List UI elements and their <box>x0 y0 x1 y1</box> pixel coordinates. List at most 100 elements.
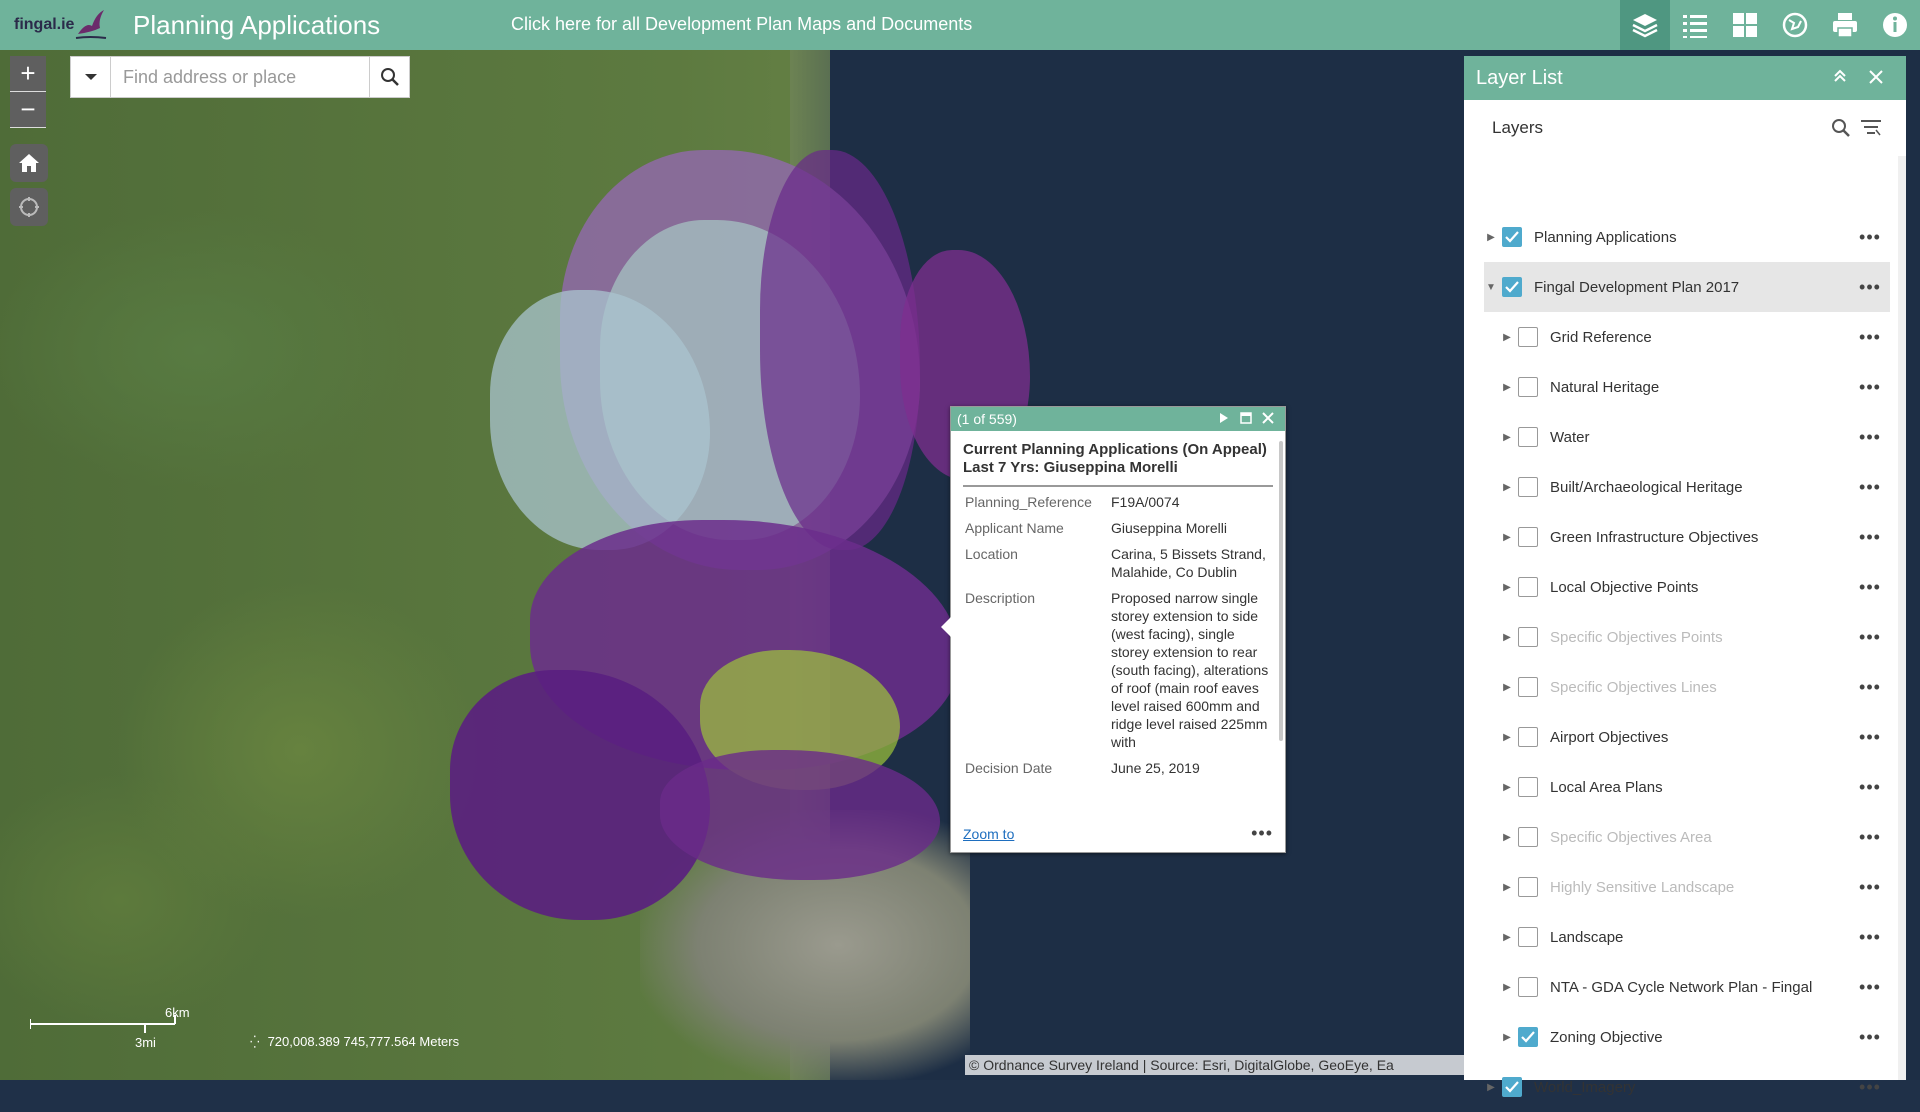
basemap-gallery-tool-button[interactable] <box>1720 0 1770 50</box>
layer-row[interactable]: ▶ Green Infrastructure Objectives ••• <box>1484 512 1890 562</box>
fingal-logo-text[interactable]: fingal.ie <box>14 16 74 34</box>
layer-row[interactable]: ▶ Zoning Objective ••• <box>1484 1012 1890 1062</box>
caret-right-icon[interactable]: ▶ <box>1500 432 1514 443</box>
measure-tool-button[interactable] <box>1770 0 1820 50</box>
print-tool-button[interactable] <box>1820 0 1870 50</box>
caret-right-icon[interactable]: ▶ <box>1500 582 1514 593</box>
legend-icon <box>1683 15 1707 38</box>
layer-visibility-checkbox[interactable] <box>1518 427 1538 447</box>
layer-menu-button[interactable]: ••• <box>1850 327 1890 348</box>
layer-menu-button[interactable]: ••• <box>1850 477 1890 498</box>
caret-right-icon[interactable]: ▶ <box>1500 382 1514 393</box>
layer-row[interactable]: ▶ Built/Archaeological Heritage ••• <box>1484 462 1890 512</box>
layer-visibility-checkbox[interactable] <box>1518 377 1538 397</box>
layer-menu-button[interactable]: ••• <box>1850 277 1890 298</box>
caret-right-icon[interactable]: ▶ <box>1500 732 1514 743</box>
layer-row[interactable]: ▶ Specific Objectives Points ••• <box>1484 612 1890 662</box>
caret-right-icon[interactable]: ▶ <box>1500 882 1514 893</box>
layer-menu-button[interactable]: ••• <box>1850 877 1890 898</box>
caret-right-icon[interactable]: ▶ <box>1484 1082 1498 1093</box>
layer-visibility-checkbox[interactable] <box>1518 677 1538 697</box>
double-chevron-up-icon <box>1834 69 1846 82</box>
layer-visibility-checkbox[interactable] <box>1502 1077 1522 1097</box>
layer-menu-button[interactable]: ••• <box>1850 577 1890 598</box>
layer-row[interactable]: ▶ Local Objective Points ••• <box>1484 562 1890 612</box>
layer-visibility-checkbox[interactable] <box>1518 527 1538 547</box>
layer-visibility-checkbox[interactable] <box>1502 277 1522 297</box>
search-layers-button[interactable] <box>1826 118 1856 138</box>
home-button[interactable] <box>10 144 48 182</box>
about-tool-button[interactable] <box>1870 0 1920 50</box>
layer-menu-button[interactable]: ••• <box>1850 777 1890 798</box>
layer-visibility-checkbox[interactable] <box>1518 477 1538 497</box>
popup-maximize-button[interactable] <box>1235 411 1257 427</box>
caret-right-icon[interactable]: ▶ <box>1500 482 1514 493</box>
caret-right-icon[interactable]: ▶ <box>1500 982 1514 993</box>
caret-right-icon[interactable]: ▶ <box>1484 232 1498 243</box>
popup-next-button[interactable] <box>1213 411 1235 427</box>
layer-menu-button[interactable]: ••• <box>1850 677 1890 698</box>
layer-menu-button[interactable]: ••• <box>1850 1027 1890 1048</box>
popup-more-actions-button[interactable]: ••• <box>1251 823 1273 844</box>
search-input[interactable] <box>111 57 369 97</box>
popup-scrollbar[interactable] <box>1279 441 1283 741</box>
layer-menu-button[interactable]: ••• <box>1850 927 1890 948</box>
legend-tool-button[interactable] <box>1670 0 1720 50</box>
layer-visibility-checkbox[interactable] <box>1518 577 1538 597</box>
zoom-out-button[interactable]: − <box>10 92 46 128</box>
development-plan-link[interactable]: Click here for all Development Plan Maps… <box>511 14 972 35</box>
caret-right-icon[interactable]: ▶ <box>1500 532 1514 543</box>
caret-down-icon[interactable]: ▼ <box>1484 282 1498 293</box>
layer-menu-button[interactable]: ••• <box>1850 627 1890 648</box>
layer-visibility-checkbox[interactable] <box>1518 927 1538 947</box>
layer-menu-button[interactable]: ••• <box>1850 977 1890 998</box>
close-panel-button[interactable] <box>1858 68 1894 89</box>
layer-menu-button[interactable]: ••• <box>1850 827 1890 848</box>
layer-row[interactable]: ▶ Landscape ••• <box>1484 912 1890 962</box>
layer-row[interactable]: ▶ Local Area Plans ••• <box>1484 762 1890 812</box>
caret-right-icon[interactable]: ▶ <box>1500 682 1514 693</box>
layer-menu-button[interactable]: ••• <box>1850 227 1890 248</box>
locate-button[interactable] <box>10 188 48 226</box>
coordinate-toggle-icon[interactable]: ⁛ <box>250 1035 260 1049</box>
layer-row[interactable]: ▶ Water ••• <box>1484 412 1890 462</box>
layer-visibility-checkbox[interactable] <box>1502 227 1522 247</box>
layer-visibility-checkbox[interactable] <box>1518 977 1538 997</box>
layer-visibility-checkbox[interactable] <box>1518 627 1538 647</box>
layer-visibility-checkbox[interactable] <box>1518 827 1538 847</box>
search-button[interactable] <box>369 57 409 97</box>
caret-right-icon[interactable]: ▶ <box>1500 932 1514 943</box>
layer-options-button[interactable] <box>1856 118 1886 138</box>
layer-visibility-checkbox[interactable] <box>1518 877 1538 897</box>
caret-right-icon[interactable]: ▶ <box>1500 332 1514 343</box>
layer-row[interactable]: ▶ Airport Objectives ••• <box>1484 712 1890 762</box>
popup-close-button[interactable] <box>1257 411 1279 427</box>
layer-visibility-checkbox[interactable] <box>1518 727 1538 747</box>
layer-visibility-checkbox[interactable] <box>1518 777 1538 797</box>
layer-menu-button[interactable]: ••• <box>1850 527 1890 548</box>
caret-right-icon[interactable]: ▶ <box>1500 782 1514 793</box>
layer-menu-button[interactable]: ••• <box>1850 727 1890 748</box>
layer-row[interactable]: ▶ Natural Heritage ••• <box>1484 362 1890 412</box>
zoom-to-link[interactable]: Zoom to <box>963 826 1014 842</box>
layer-row[interactable]: ▶ Specific Objectives Lines ••• <box>1484 662 1890 712</box>
layer-row[interactable]: ▶ Planning Applications ••• <box>1484 212 1890 262</box>
caret-right-icon[interactable]: ▶ <box>1500 832 1514 843</box>
zoom-in-button[interactable]: + <box>10 56 46 92</box>
caret-right-icon[interactable]: ▶ <box>1500 1032 1514 1043</box>
layer-list-tool-button[interactable] <box>1620 0 1670 50</box>
layer-row[interactable]: ▶ World_Imagery ••• <box>1484 1062 1890 1112</box>
caret-right-icon[interactable]: ▶ <box>1500 632 1514 643</box>
layer-row[interactable]: ▶ Highly Sensitive Landscape ••• <box>1484 862 1890 912</box>
layer-menu-button[interactable]: ••• <box>1850 427 1890 448</box>
layer-row[interactable]: ▶ Specific Objectives Area ••• <box>1484 812 1890 862</box>
layer-row[interactable]: ▶ Grid Reference ••• <box>1484 312 1890 362</box>
layer-visibility-checkbox[interactable] <box>1518 1027 1538 1047</box>
layer-visibility-checkbox[interactable] <box>1518 327 1538 347</box>
layer-row[interactable]: ▶ NTA - GDA Cycle Network Plan - Fingal ••… <box>1484 962 1890 1012</box>
collapse-panel-button[interactable] <box>1822 68 1858 89</box>
search-source-dropdown[interactable] <box>71 57 111 97</box>
layer-row[interactable]: ▼ Fingal Development Plan 2017 ••• <box>1484 262 1890 312</box>
layer-list-scrollbar[interactable] <box>1898 156 1906 1080</box>
layer-menu-button[interactable]: ••• <box>1850 377 1890 398</box>
